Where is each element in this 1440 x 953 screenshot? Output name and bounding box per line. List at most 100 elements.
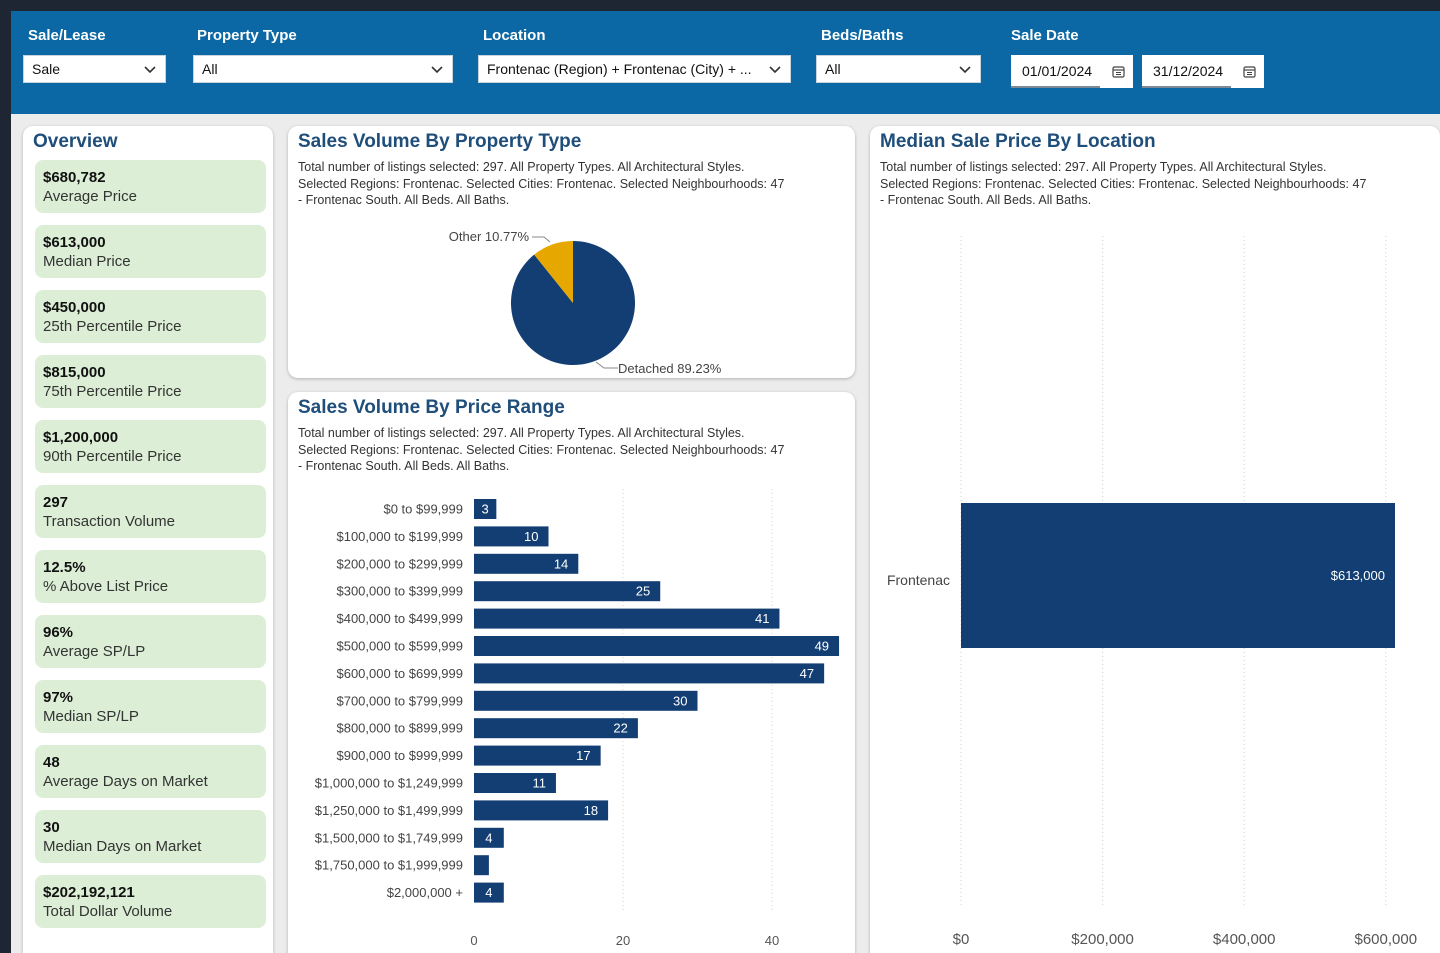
kpi-card: 30 Median Days on Market — [35, 810, 266, 863]
kpi-card: 96% Average SP/LP — [35, 615, 266, 668]
bar — [474, 636, 840, 656]
sale-date-start-value: 01/01/2024 — [1022, 63, 1093, 79]
y-tick-label: $1,250,000 to $1,499,999 — [315, 803, 463, 818]
kpi-card: $680,782 Average Price — [35, 160, 266, 213]
sale-date-end-input[interactable]: 31/12/2024 — [1142, 55, 1264, 88]
kpi-value: $450,000 — [43, 299, 106, 316]
location-value: Frontenac (Region) + Frontenac (City) + … — [487, 61, 752, 77]
overview-card: Overview $680,782 Average Price $613,000 Me… — [23, 126, 273, 953]
kpi-card: 297 Transaction Volume — [35, 485, 266, 538]
bar-data-label: 47 — [800, 666, 814, 681]
bar-data-label: 4 — [485, 830, 492, 845]
y-tick-label: $1,500,000 to $1,749,999 — [315, 830, 463, 845]
sale-lease-value: Sale — [32, 61, 61, 77]
kpi-card: $1,200,000 90th Percentile Price — [35, 420, 266, 473]
bar-data-label: 11 — [532, 776, 546, 791]
kpi-value: $1,200,000 — [43, 429, 119, 446]
kpi-value: $202,192,121 — [43, 884, 135, 901]
y-tick-label: $800,000 to $899,999 — [336, 721, 463, 736]
calendar-icon[interactable] — [1112, 65, 1125, 78]
bar — [474, 663, 825, 684]
y-tick-label: $100,000 to $199,999 — [336, 529, 463, 544]
sale-date-end-value: 31/12/2024 — [1153, 63, 1224, 79]
kpi-value: 12.5% — [43, 559, 86, 576]
property-type-value: All — [202, 61, 218, 77]
y-tick-label: $500,000 to $599,999 — [336, 639, 463, 654]
x-tick-label: $400,000 — [1213, 931, 1276, 948]
property-type-label: Property Type — [197, 27, 297, 44]
calendar-icon[interactable] — [1243, 65, 1256, 78]
pie-slice-detached — [511, 241, 636, 365]
bar-data-label: 18 — [584, 803, 598, 818]
sale-lease-dropdown[interactable]: Sale — [23, 55, 166, 83]
chevron-down-icon — [144, 66, 156, 74]
y-tick-label: $900,000 to $999,999 — [336, 748, 463, 763]
x-tick-label: 40 — [765, 933, 779, 948]
bar-data-label: 14 — [554, 556, 568, 571]
property-type-dropdown[interactable]: All — [193, 55, 453, 83]
y-tick-label: $700,000 to $799,999 — [336, 693, 463, 708]
bar — [474, 690, 698, 711]
price-range-card: Sales Volume By Price Range Total number… — [288, 392, 855, 953]
bar-data-label: 4 — [485, 885, 492, 900]
kpi-label: Median Days on Market — [43, 838, 202, 855]
bar-data-label: 22 — [613, 721, 627, 736]
x-tick-label: 20 — [616, 933, 630, 948]
x-tick-label: $600,000 — [1355, 931, 1418, 948]
kpi-value: $613,000 — [43, 234, 106, 251]
y-tick-label: Frontenac — [887, 572, 950, 588]
kpi-label: 25th Percentile Price — [43, 318, 182, 335]
bar — [474, 608, 780, 629]
location-bar-chart: $0 $200,000 $400,000 $600,000 Frontenac $613,… — [887, 236, 1418, 948]
kpi-label: Median Price — [43, 253, 131, 270]
kpi-value: 297 — [43, 494, 69, 511]
kpi-card: $450,000 25th Percentile Price — [35, 290, 266, 343]
kpi-card: 12.5% % Above List Price — [35, 550, 266, 603]
y-tick-label: $300,000 to $399,999 — [336, 584, 463, 599]
kpi-card: $613,000 Median Price — [35, 225, 266, 278]
bar-data-label: 25 — [636, 584, 650, 599]
price-range-bar-chart: 0 20 40 $0 to $99,999 3 $100,000 to $199,999 1… — [315, 489, 840, 948]
bar-data-label: 3 — [482, 502, 489, 517]
kpi-value: 30 — [43, 819, 60, 836]
sale-date-label: Sale Date — [1011, 27, 1079, 44]
filter-bar: Sale/Lease Sale Property Type All Locati… — [11, 11, 1440, 114]
y-tick-label: $1,750,000 to $1,999,999 — [315, 858, 463, 873]
date-underline — [1142, 86, 1231, 88]
x-tick-label: $200,000 — [1071, 931, 1134, 948]
location-card: Median Sale Price By Location Total numb… — [870, 126, 1440, 953]
x-tick-label: 0 — [470, 933, 477, 948]
chevron-down-icon — [769, 66, 781, 74]
x-tick-label: $0 — [953, 931, 970, 948]
date-underline — [1011, 86, 1100, 88]
pie-data-label: Detached 89.23% — [618, 361, 722, 376]
kpi-value: 96% — [43, 624, 74, 641]
location-dropdown[interactable]: Frontenac (Region) + Frontenac (City) + … — [478, 55, 791, 83]
property-type-card: Sales Volume By Property Type Total numb… — [288, 126, 855, 378]
kpi-value: $815,000 — [43, 364, 106, 381]
bar-data-label: 17 — [576, 748, 590, 763]
kpi-label: Median SP/LP — [43, 708, 139, 725]
beds-baths-dropdown[interactable]: All — [816, 55, 981, 83]
leader-line — [532, 236, 551, 243]
sale-date-start-input[interactable]: 01/01/2024 — [1011, 55, 1133, 88]
bar-data-label: 49 — [815, 639, 829, 654]
kpi-label: 75th Percentile Price — [43, 383, 182, 400]
y-tick-label: $600,000 to $699,999 — [336, 666, 463, 681]
kpi-label: Average Price — [43, 188, 137, 205]
pie-data-label: Other 10.77% — [449, 229, 530, 244]
bar-data-label: $613,000 — [1331, 568, 1385, 583]
overview-title: Overview — [33, 131, 118, 152]
y-tick-label: $400,000 to $499,999 — [336, 611, 463, 626]
bar-data-label: 30 — [673, 693, 687, 708]
kpi-value: 48 — [43, 754, 60, 771]
bar-data-label: 10 — [524, 529, 538, 544]
y-tick-label: $200,000 to $299,999 — [336, 556, 463, 571]
chevron-down-icon — [959, 66, 971, 74]
kpi-card: $202,192,121 Total Dollar Volume — [35, 875, 266, 928]
kpi-card: $815,000 75th Percentile Price — [35, 355, 266, 408]
kpi-label: Average Days on Market — [43, 773, 208, 790]
bar — [474, 581, 661, 602]
y-tick-label: $0 to $99,999 — [383, 502, 463, 517]
beds-baths-value: All — [825, 61, 841, 77]
